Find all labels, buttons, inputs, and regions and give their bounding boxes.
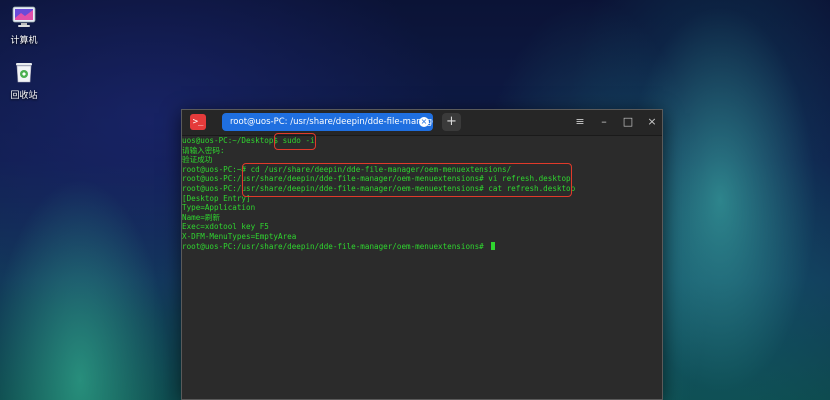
tab-terminal[interactable]: root@uos-PC: /usr/share/deepin/dde-file-… bbox=[222, 113, 433, 131]
tab-close-icon[interactable]: × bbox=[419, 117, 429, 127]
minimize-button[interactable]: – bbox=[597, 115, 611, 129]
terminal-line: Type=Application bbox=[182, 203, 256, 213]
terminal-line: root@uos-PC:/usr/share/deepin/dde-file-m… bbox=[182, 183, 576, 193]
terminal-output[interactable]: uos@uos-PC:~/Desktop$ sudo -i 请输入密码: 验证成… bbox=[182, 133, 662, 399]
terminal-prompt-line[interactable]: root@uos-PC:/usr/share/deepin/dde-file-m… bbox=[182, 241, 662, 252]
desktop-icon-computer[interactable]: 计算机 bbox=[0, 5, 54, 46]
maximize-button[interactable]: □ bbox=[621, 115, 635, 129]
desktop-icon-trash[interactable]: 回收站 bbox=[0, 60, 54, 101]
terminal-prompt: root@uos-PC:/usr/share/deepin/dde-file-m… bbox=[182, 241, 489, 251]
tab-title: root@uos-PC: /usr/share/deepin/dde-file-… bbox=[230, 117, 433, 127]
computer-icon bbox=[11, 5, 37, 29]
terminal-line: Exec=xdotool key F5 bbox=[182, 222, 269, 232]
terminal-line: 请输入密码: bbox=[182, 145, 225, 155]
terminal-line: root@uos-PC:/usr/share/deepin/dde-file-m… bbox=[182, 174, 571, 184]
terminal-line: Name=刷新 bbox=[182, 212, 221, 222]
terminal-app-icon: >_ bbox=[190, 114, 206, 130]
desktop-icon-label: 计算机 bbox=[10, 36, 38, 46]
terminal-line: X-DFM-MenuTypes=EmptyArea bbox=[182, 231, 297, 241]
terminal-line: uos@uos-PC:~/Desktop$ sudo -i bbox=[182, 136, 315, 145]
terminal-line: 验证成功 bbox=[182, 155, 213, 165]
terminal-cursor bbox=[491, 241, 496, 250]
terminal-line: [Desktop Entry] bbox=[182, 193, 251, 203]
menu-button[interactable]: ≡ bbox=[573, 115, 587, 129]
add-tab-button[interactable]: + bbox=[442, 113, 461, 131]
terminal-window[interactable]: >_ root@uos-PC: /usr/share/deepin/dde-fi… bbox=[181, 109, 663, 400]
desktop-icon-label: 回收站 bbox=[10, 91, 38, 101]
trash-icon bbox=[11, 60, 37, 84]
terminal-line: root@uos-PC:~# cd /usr/share/deepin/dde-… bbox=[182, 164, 512, 174]
terminal-titlebar[interactable]: >_ root@uos-PC: /usr/share/deepin/dde-fi… bbox=[182, 110, 662, 136]
close-button[interactable]: × bbox=[645, 115, 659, 129]
